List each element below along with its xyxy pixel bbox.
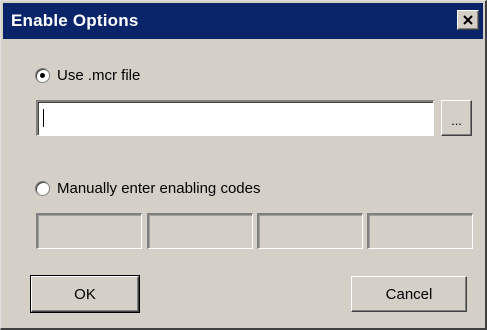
manual-codes-option[interactable]: Manually enter enabling codes — [35, 180, 260, 197]
mcr-file-path-input[interactable] — [36, 100, 434, 136]
close-button[interactable] — [457, 10, 479, 30]
manual-codes-radio[interactable] — [35, 181, 50, 196]
cancel-button[interactable]: Cancel — [351, 276, 467, 312]
window-title: Enable Options — [11, 11, 139, 30]
title-bar: Enable Options — [3, 3, 483, 39]
enable-options-dialog: Enable Options Use .mcr file ... Manuall… — [0, 0, 487, 330]
enabling-code-field-2 — [147, 213, 253, 249]
browse-button[interactable]: ... — [441, 100, 472, 136]
close-x-icon — [463, 15, 473, 25]
enabling-code-field-1 — [36, 213, 142, 249]
use-mcr-label: Use .mcr file — [57, 67, 141, 84]
radio-selected-dot — [40, 73, 45, 78]
enabling-code-field-3 — [257, 213, 363, 249]
ok-button[interactable]: OK — [30, 275, 140, 313]
use-mcr-radio[interactable] — [35, 68, 50, 83]
text-caret — [43, 109, 44, 127]
use-mcr-option[interactable]: Use .mcr file — [35, 67, 140, 84]
manual-codes-label: Manually enter enabling codes — [57, 180, 261, 197]
enabling-code-field-4 — [367, 213, 473, 249]
